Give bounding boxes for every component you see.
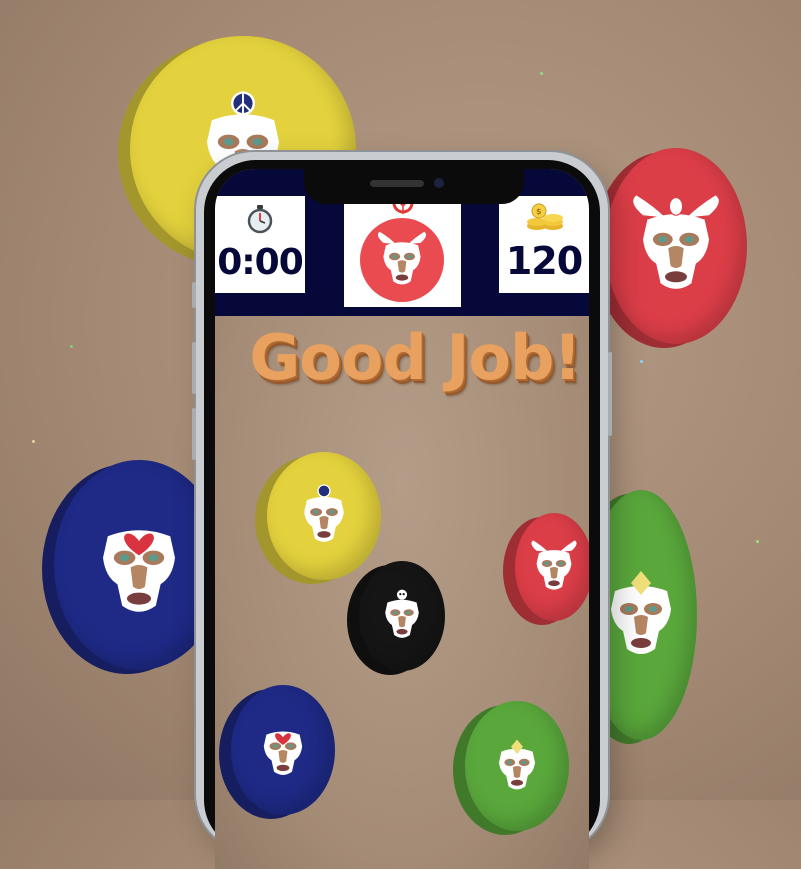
luchador-mask-icon (377, 231, 427, 285)
speaker-grille (370, 180, 424, 187)
phone-button (192, 282, 196, 308)
sparkle (70, 345, 73, 348)
luchador-mask-icon (633, 195, 719, 289)
coins-panel: $ 120 (499, 196, 589, 293)
timer-value: 0:00 (217, 242, 304, 283)
red-mask-token[interactable] (593, 148, 747, 348)
luchador-mask-icon (103, 530, 175, 612)
timer-panel: 0:00 (215, 196, 305, 293)
sparkle (756, 540, 759, 543)
phone-button (608, 352, 612, 436)
sparkle (540, 72, 543, 75)
success-message: Good Job! (249, 321, 581, 394)
luchador-mask-icon (385, 589, 419, 638)
luchador-mask-icon (263, 731, 303, 775)
black-mask-token[interactable] (347, 561, 445, 675)
target-token-panel (344, 192, 461, 307)
luchador-mask-icon (499, 739, 535, 790)
phone-notch (304, 166, 524, 204)
luchador-mask-icon (531, 540, 577, 590)
yellow-mask-token[interactable] (255, 452, 381, 584)
game-screen[interactable]: 0:00 $ 120 Good Job! (215, 169, 589, 869)
red-mask-token (360, 218, 444, 302)
red-mask-token[interactable] (503, 513, 589, 625)
blue-mask-token[interactable] (219, 685, 335, 819)
green-mask-token[interactable] (453, 701, 569, 835)
phone-button (192, 342, 196, 394)
stopwatch-icon (247, 205, 273, 234)
luchador-mask-icon (304, 484, 344, 542)
coin-stack-icon: $ (527, 203, 563, 230)
svg-text:$: $ (536, 207, 542, 216)
phone-frame: 0:00 $ 120 Good Job! (192, 152, 612, 869)
sparkle (640, 360, 643, 363)
coins-value: 120 (505, 239, 583, 283)
sparkle (32, 440, 35, 443)
front-camera (434, 178, 444, 188)
phone-button (192, 408, 196, 460)
